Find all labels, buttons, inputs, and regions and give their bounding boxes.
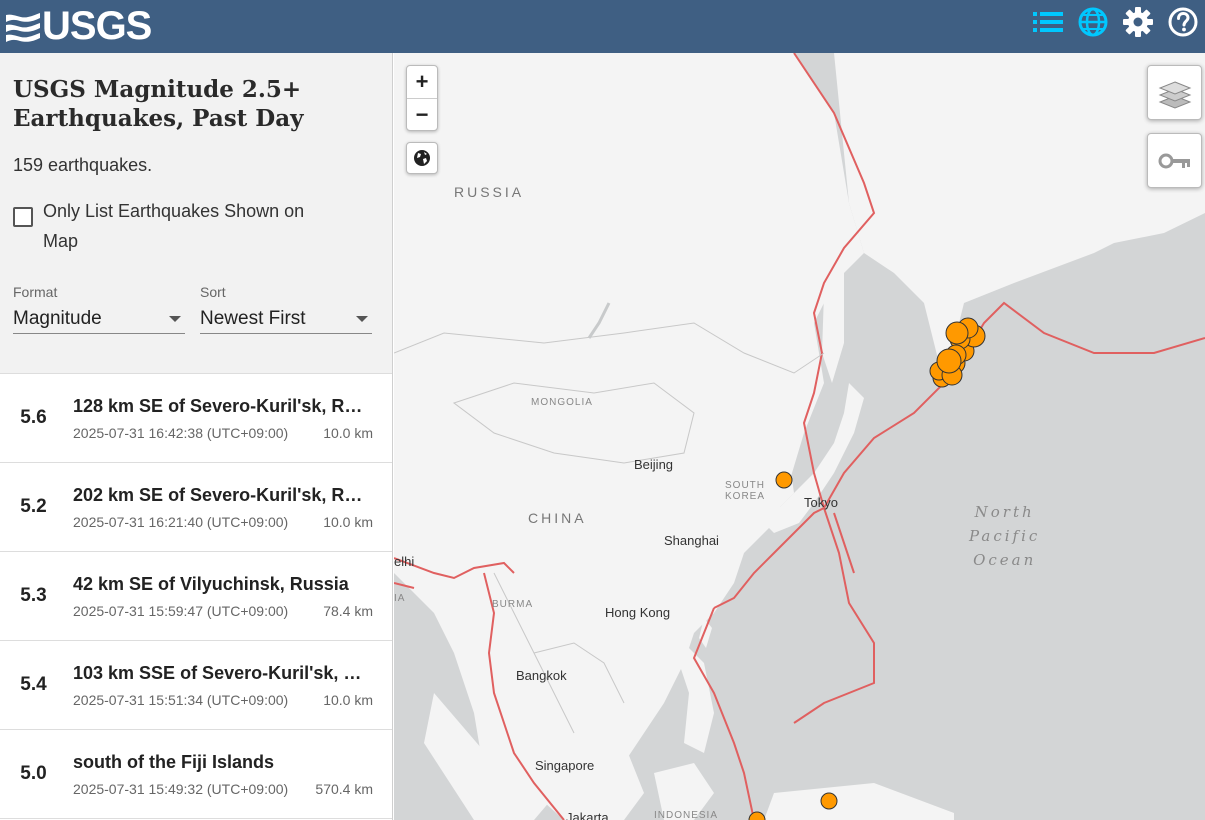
gear-icon [1123, 7, 1153, 37]
globe-icon [1078, 7, 1108, 37]
earthquake-marker [936, 348, 962, 374]
list-settings: USGS Magnitude 2.5+ Earthquakes, Past Da… [0, 53, 392, 374]
usgs-logo-text: USGS [42, 4, 152, 48]
label-ocean-line3: Ocean [973, 551, 1037, 569]
format-value: Magnitude [13, 307, 102, 329]
zoom-control: + − [406, 65, 438, 131]
label-indonesia: INDONESIA [654, 810, 719, 820]
app-header: USGS [0, 0, 1205, 53]
basemap [394, 53, 1205, 820]
list-view-button[interactable] [1032, 6, 1064, 38]
label-mongolia: MONGOLIA [531, 397, 593, 408]
earthquake-place: 128 km SE of Severo-Kuril'sk, Russia [73, 395, 373, 416]
earthquake-count: 159 earthquakes. [13, 155, 153, 175]
legend-button[interactable] [1147, 133, 1202, 188]
earthquake-time: 2025-07-31 15:49:32 (UTC+09:00) [73, 780, 289, 797]
earthquake-magnitude: 5.0 [20, 763, 47, 784]
earthquake-list-item[interactable]: 5.0 south of the Fiji Islands 2025-07-31… [0, 730, 392, 819]
sort-value: Newest First [200, 307, 306, 329]
earthquake-map[interactable]: RUSSIA MONGOLIA CHINA Beijing SOUTH KORE… [394, 53, 1205, 820]
sort-select-group: Sort Newest First [200, 284, 372, 334]
earthquake-magnitude: 5.4 [20, 674, 47, 695]
label-singapore: Singapore [535, 758, 595, 773]
earthquake-list-panel: USGS Magnitude 2.5+ Earthquakes, Past Da… [0, 53, 393, 820]
earthquake-list-item[interactable]: 5.4 103 km SSE of Severo-Kuril'sk, Russi… [0, 641, 392, 730]
layers-button[interactable] [1147, 65, 1202, 120]
label-south-korea-line1: SOUTH [725, 480, 765, 491]
label-ocean-line1: North [974, 503, 1035, 521]
layers-icon [1158, 80, 1191, 109]
earthquake-marker [748, 811, 766, 820]
earthquake-marker [945, 321, 969, 345]
help-button[interactable] [1167, 6, 1199, 38]
earthquake-time: 2025-07-31 16:21:40 (UTC+09:00) [73, 513, 289, 530]
label-north-pacific-ocean: North Pacific Ocean [969, 500, 1040, 572]
label-russia: RUSSIA [454, 184, 525, 200]
label-beijing: Beijing [634, 457, 674, 472]
format-select-group: Format Magnitude [13, 284, 185, 334]
earthquake-magnitude: 5.2 [20, 496, 47, 517]
label-south-korea: SOUTH KOREA [725, 480, 765, 502]
earthquake-magnitude: 5.3 [20, 585, 47, 606]
sort-label: Sort [200, 284, 226, 300]
label-tokyo: Tokyo [804, 495, 838, 510]
page-title: USGS Magnitude 2.5+ Earthquakes, Past Da… [13, 76, 304, 132]
help-icon [1168, 7, 1198, 37]
chevron-down-icon [169, 315, 181, 322]
label-ocean-line2: Pacific [969, 527, 1041, 545]
earthquake-place: 202 km SE of Severo-Kuril'sk, Russia [73, 484, 373, 505]
label-burma: BURMA [492, 599, 534, 610]
land-borneo [534, 743, 644, 820]
settings-button[interactable] [1122, 6, 1154, 38]
list-icon [1033, 12, 1063, 32]
earthquake-list: 5.6 128 km SE of Severo-Kuril'sk, Russia… [0, 374, 392, 819]
label-bangkok: Bangkok [516, 668, 567, 683]
only-list-shown-toggle[interactable]: Only List Earthquakes Shown on Map [13, 196, 379, 256]
label-shanghai: Shanghai [664, 533, 719, 548]
sort-select[interactable]: Newest First [200, 304, 372, 334]
earthquake-magnitude: 5.6 [20, 407, 47, 428]
earthquake-time: 2025-07-31 16:42:38 (UTC+09:00) [73, 424, 289, 441]
label-jakarta: Jakarta [566, 810, 609, 820]
earthquake-depth: 570.4 km [315, 780, 373, 797]
earthquake-place: 103 km SSE of Severo-Kuril'sk, Russia [73, 662, 373, 683]
earthquake-list-item[interactable]: 5.2 202 km SE of Severo-Kuril'sk, Russia… [0, 463, 392, 552]
earthquake-depth: 10.0 km [323, 691, 373, 708]
land-philippines [679, 643, 714, 753]
zoom-out-button[interactable]: − [407, 98, 437, 130]
earthquake-place: 42 km SE of Vilyuchinsk, Russia [73, 573, 349, 594]
earthquake-marker [820, 792, 838, 810]
key-icon [1158, 153, 1190, 168]
only-list-shown-checkbox[interactable] [13, 207, 33, 227]
format-label: Format [13, 284, 58, 300]
map-view-button[interactable] [1077, 6, 1109, 38]
zoom-in-button[interactable]: + [407, 66, 437, 98]
label-south-korea-line2: KOREA [725, 491, 766, 502]
only-list-shown-label: Only List Earthquakes Shown on Map [43, 201, 305, 251]
usgs-logo[interactable]: USGS [0, 0, 152, 53]
chevron-down-icon [356, 315, 368, 322]
label-hong-kong: Hong Kong [605, 605, 671, 620]
earthquake-depth: 78.4 km [323, 602, 373, 619]
earthquake-depth: 10.0 km [323, 424, 373, 441]
globe-icon [414, 150, 430, 166]
label-india: IA [394, 593, 406, 604]
label-china: CHINA [528, 510, 587, 526]
earthquake-marker [775, 471, 793, 489]
earthquake-time: 2025-07-31 15:51:34 (UTC+09:00) [73, 691, 289, 708]
format-select[interactable]: Magnitude [13, 304, 185, 334]
earthquake-place: south of the Fiji Islands [73, 751, 275, 772]
land-new-guinea [764, 783, 954, 820]
earthquake-time: 2025-07-31 15:59:47 (UTC+09:00) [73, 602, 289, 619]
world-view-button[interactable] [406, 142, 438, 174]
label-delhi: elhi [394, 554, 415, 569]
earthquake-list-item[interactable]: 5.6 128 km SE of Severo-Kuril'sk, Russia… [0, 374, 392, 463]
usgs-wave-icon [6, 12, 40, 42]
earthquake-list-item[interactable]: 5.3 42 km SE of Vilyuchinsk, Russia 2025… [0, 552, 392, 641]
land-asia [394, 53, 864, 820]
earthquake-depth: 10.0 km [323, 513, 373, 530]
